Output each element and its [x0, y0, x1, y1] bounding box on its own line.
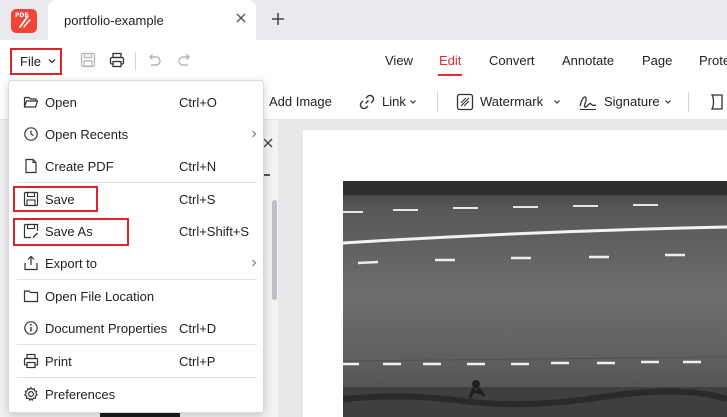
tab-convert[interactable]: Convert [489, 53, 535, 68]
menu-item-label: Create PDF [45, 159, 114, 174]
tab-page[interactable]: Page [642, 53, 672, 68]
chevron-down-icon [665, 100, 671, 104]
tab-title: portfolio-example [64, 13, 164, 28]
tab-view[interactable]: View [385, 53, 413, 68]
menu-item-open-recents[interactable]: Open Recents [9, 120, 263, 148]
menu-item-label: Open [45, 95, 77, 110]
menu-item-label: Print [45, 354, 72, 369]
menu-item-shortcut: Ctrl+Shift+S [179, 224, 250, 239]
panel-scrollbar[interactable] [272, 200, 277, 300]
close-icon[interactable] [234, 11, 248, 25]
document-tab[interactable]: portfolio-example [48, 0, 256, 40]
file-menu-label: File [20, 54, 41, 69]
menu-item-shortcut: Ctrl+D [179, 321, 217, 336]
signature-icon [579, 96, 597, 111]
menu-item-shortcut: Ctrl+S [179, 192, 216, 207]
menu-item-label: Document Properties [45, 321, 168, 336]
file-menu: Open Ctrl+O Open Recents Create PDF Ctrl… [8, 80, 264, 413]
menu-item-open-file-location[interactable]: Open File Location [9, 282, 263, 310]
link-label: Link [382, 94, 406, 109]
document-page [303, 130, 727, 417]
tab-edit[interactable]: Edit [439, 53, 461, 68]
top-toolbar: File View Edit Convert Annotate Page Pro… [0, 40, 727, 84]
clock-icon [24, 127, 38, 141]
more-tools-icon[interactable] [706, 92, 726, 112]
chevron-right-icon [252, 259, 257, 267]
add-image-label: Add Image [269, 94, 332, 109]
plus-icon[interactable] [270, 11, 286, 27]
app-logo: PDF [11, 9, 37, 33]
tab-strip: PDF portfolio-example [0, 0, 727, 40]
link-button[interactable]: Link [357, 92, 419, 112]
toolbar-divider [135, 52, 136, 70]
watermark-label: Watermark [480, 94, 544, 109]
chevron-right-icon [252, 130, 257, 138]
menu-item-shortcut: Ctrl+O [179, 95, 217, 110]
menu-item-shortcut: Ctrl+P [179, 354, 216, 369]
menu-item-label: Open File Location [45, 289, 155, 304]
menu-item-print[interactable]: Print Ctrl+P [9, 347, 263, 375]
menu-item-open[interactable]: Open Ctrl+O [9, 88, 263, 116]
watermark-icon [456, 93, 474, 111]
export-icon [24, 255, 38, 271]
menu-item-label: Preferences [45, 387, 116, 402]
chevron-down-icon [410, 100, 416, 104]
undo-icon[interactable] [145, 51, 163, 69]
file-menu-button[interactable]: File [10, 48, 62, 75]
menu-divider [17, 377, 257, 378]
info-icon [24, 321, 38, 335]
active-tab-indicator [438, 74, 462, 76]
ribbon-divider [437, 92, 438, 112]
ribbon-divider [688, 92, 689, 112]
menu-item-create-pdf[interactable]: Create PDF Ctrl+N [9, 152, 263, 180]
save-highlight-box [13, 186, 98, 212]
menu-item-document-properties[interactable]: Document Properties Ctrl+D [9, 314, 263, 342]
redo-icon[interactable] [176, 51, 194, 69]
signature-label: Signature [604, 94, 660, 109]
signature-button[interactable]: Signature [578, 92, 678, 112]
watermark-button[interactable]: Watermark [455, 92, 565, 112]
menu-item-label: Open Recents [45, 127, 129, 142]
link-icon [359, 94, 375, 110]
road-photo [343, 181, 727, 417]
chevron-down-icon [554, 100, 560, 104]
folder-open-icon [23, 96, 39, 108]
tab-protect[interactable]: Prote [699, 53, 727, 68]
add-image-button[interactable]: Add Image [269, 92, 349, 112]
menu-divider [17, 279, 257, 280]
folder-icon [23, 290, 39, 303]
new-document-icon [25, 158, 37, 174]
tab-annotate[interactable]: Annotate [562, 53, 614, 68]
menu-item-label: Export to [45, 256, 98, 271]
printer-icon[interactable] [108, 51, 126, 69]
menu-divider [17, 182, 257, 183]
menu-item-preferences[interactable]: Preferences [9, 380, 263, 408]
printer-icon [23, 353, 39, 369]
menu-item-export-to[interactable]: Export to [9, 249, 263, 277]
menu-divider [17, 344, 257, 345]
save-icon[interactable] [79, 51, 97, 69]
gear-icon [23, 386, 39, 402]
save-as-highlight-box [13, 218, 129, 246]
chevron-down-icon [48, 59, 56, 64]
menu-item-shortcut: Ctrl+N [179, 159, 217, 174]
